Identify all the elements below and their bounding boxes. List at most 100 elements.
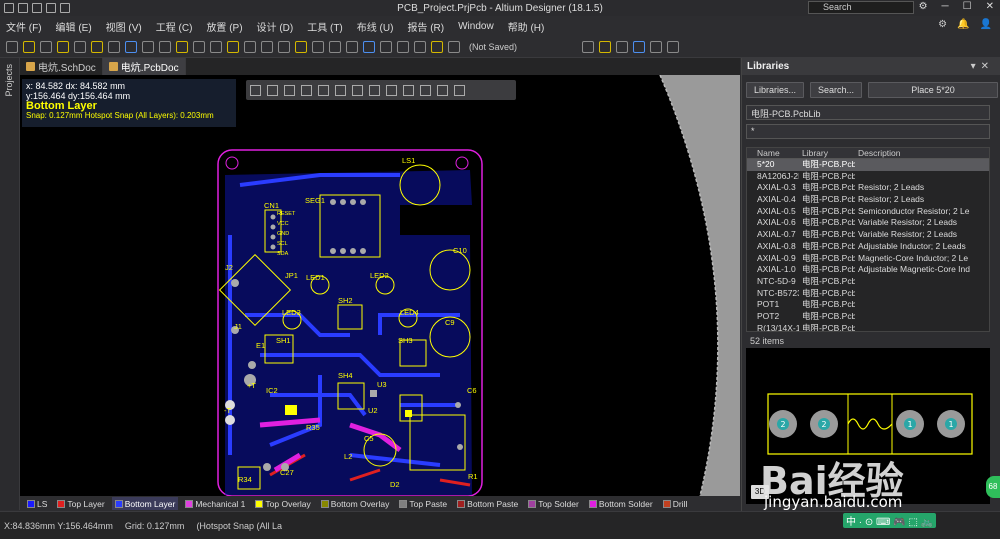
user-icon[interactable]: 👤 xyxy=(980,19,992,30)
layer-tab[interactable]: Top Layer xyxy=(54,497,107,510)
diff-pair-icon[interactable] xyxy=(352,84,363,96)
panel-controls[interactable]: ▾✕ xyxy=(971,61,994,72)
tool-icon[interactable] xyxy=(125,40,137,53)
select-icon[interactable] xyxy=(284,84,295,96)
tool-icon[interactable] xyxy=(227,40,239,53)
tool-icon[interactable] xyxy=(599,40,612,53)
layer-tab[interactable]: Top Overlay xyxy=(252,497,313,510)
tab-schdoc[interactable]: 电炕.SchDoc xyxy=(20,58,103,75)
tool-icon[interactable] xyxy=(363,40,375,53)
tool-icon[interactable] xyxy=(448,40,460,53)
layer-tab[interactable]: LS xyxy=(24,497,50,510)
projects-label[interactable]: Projects xyxy=(4,64,14,97)
via-icon[interactable] xyxy=(369,84,380,96)
filter-input[interactable]: * xyxy=(746,124,990,139)
menu-item[interactable]: 布线 (U) xyxy=(357,19,394,34)
layer-tab[interactable]: Drill xyxy=(660,497,691,510)
gear-icon[interactable]: ⚙ xyxy=(938,19,947,30)
menu-item[interactable]: 工具 (T) xyxy=(307,19,343,34)
tab-pcbdoc[interactable]: 电炕.PcbDoc xyxy=(102,58,186,75)
projects-panel-strip[interactable]: Projects xyxy=(0,58,20,510)
tool-icon[interactable] xyxy=(159,40,171,53)
crosshair-icon[interactable] xyxy=(267,84,278,96)
layer-tab[interactable]: Bottom Paste xyxy=(454,497,521,510)
column-header[interactable]: Description xyxy=(855,148,989,158)
line-icon[interactable] xyxy=(454,84,465,96)
table-row[interactable]: AXIAL-0.4 电阻-PCB.PcbLResistor; 2 Leads xyxy=(747,194,989,206)
tool-icon[interactable] xyxy=(261,40,273,53)
fill-icon[interactable] xyxy=(318,84,329,96)
library-select[interactable]: 电阻-PCB.PcbLib xyxy=(746,105,990,120)
column-header[interactable]: Library xyxy=(799,148,855,158)
tool-icon[interactable] xyxy=(210,40,222,53)
filter-icon[interactable] xyxy=(250,84,261,96)
table-row[interactable]: 8A1206J-2P电阻-PCB.PcbL xyxy=(747,171,989,183)
maximize-button[interactable]: ☐ xyxy=(963,1,972,12)
layer-tab[interactable]: Bottom Solder xyxy=(586,497,656,510)
route-icon[interactable] xyxy=(335,84,346,96)
keepout-icon[interactable] xyxy=(386,84,397,96)
tool-icon[interactable] xyxy=(176,40,188,53)
search-input[interactable]: Search xyxy=(808,1,914,14)
tool-icon[interactable] xyxy=(23,40,35,53)
table-row[interactable]: POT2 电阻-PCB.PcbL xyxy=(747,311,989,323)
menu-item[interactable]: 设计 (D) xyxy=(257,19,294,34)
table-row[interactable]: AXIAL-1.0 电阻-PCB.PcbLAdjustable Magnetic-… xyxy=(747,264,989,276)
polygon-icon[interactable] xyxy=(403,84,414,96)
tool-icon[interactable] xyxy=(616,40,629,53)
table-row[interactable]: AXIAL-0.5 电阻-PCB.PcbLSemiconductor Resist… xyxy=(747,206,989,218)
tool-icon[interactable] xyxy=(633,40,646,53)
libraries-button[interactable]: Libraries... xyxy=(746,82,805,98)
tool-icon[interactable] xyxy=(278,40,290,53)
table-row[interactable]: AXIAL-0.6 电阻-PCB.PcbLVariable Resistor; 2… xyxy=(747,217,989,229)
close-button[interactable]: ✕ xyxy=(986,1,994,12)
menu-item[interactable]: 放置 (P) xyxy=(206,19,242,34)
table-row[interactable]: AXIAL-0.7 电阻-PCB.PcbLVariable Resistor; 2… xyxy=(747,229,989,241)
table-row[interactable]: AXIAL-0.3 电阻-PCB.PcbLResistor; 2 Leads xyxy=(747,182,989,194)
tool-icon[interactable] xyxy=(91,40,103,53)
tool-icon[interactable] xyxy=(414,40,426,53)
tool-icon[interactable] xyxy=(295,40,307,53)
place-button[interactable]: Place 5*20 xyxy=(868,82,999,98)
tool-icon[interactable] xyxy=(57,40,69,53)
tool-icon[interactable] xyxy=(329,40,341,53)
column-header[interactable]: Name xyxy=(747,148,799,158)
menu-item[interactable]: Window xyxy=(458,21,494,32)
menu-item[interactable]: 文件 (F) xyxy=(6,19,42,34)
text-icon[interactable] xyxy=(437,84,448,96)
notification-icon[interactable]: 🔔 xyxy=(957,19,969,30)
gear-icon[interactable]: ⚙ xyxy=(919,1,928,12)
table-row[interactable]: AXIAL-0.8 电阻-PCB.PcbLAdjustable Inductor;… xyxy=(747,241,989,253)
layer-tab[interactable]: Top Paste xyxy=(396,497,450,510)
tool-icon[interactable] xyxy=(193,40,205,53)
menu-item[interactable]: 工程 (C) xyxy=(156,19,193,34)
tool-icon[interactable] xyxy=(346,40,358,53)
search-button[interactable]: Search... xyxy=(810,82,863,98)
layer-tab[interactable]: Bottom Overlay xyxy=(318,497,393,510)
bar-chart-icon[interactable] xyxy=(301,84,312,96)
tool-icon[interactable] xyxy=(650,40,663,53)
tool-icon[interactable] xyxy=(397,40,409,53)
tool-icon[interactable] xyxy=(6,40,18,53)
table-row[interactable]: R(13/14X-10M电阻-PCB.PcbL xyxy=(747,323,989,331)
tool-icon[interactable] xyxy=(244,40,256,53)
tool-icon[interactable] xyxy=(582,40,595,53)
tool-icon[interactable] xyxy=(108,40,120,53)
table-row[interactable]: POT1 电阻-PCB.PcbL xyxy=(747,299,989,311)
tool-icon[interactable] xyxy=(40,40,52,53)
menu-item[interactable]: 视图 (V) xyxy=(106,19,142,34)
tool-icon[interactable] xyxy=(142,40,154,53)
table-row[interactable]: 5*20 电阻-PCB.PcbL xyxy=(747,159,989,171)
layer-tab[interactable]: Mechanical 1 xyxy=(182,497,248,510)
layer-tab[interactable]: Top Solder xyxy=(525,497,582,510)
table-row[interactable]: NTC-5D-9 电阻-PCB.PcbL xyxy=(747,276,989,288)
menu-item[interactable]: 报告 (R) xyxy=(407,19,444,34)
menu-item[interactable]: 帮助 (H) xyxy=(508,19,545,34)
ime-indicator[interactable]: 中 · ⊙ ⌨ 🎮 ⬚ 🚲 xyxy=(843,513,937,528)
minimize-button[interactable]: ─ xyxy=(942,1,949,12)
dimension-icon[interactable] xyxy=(420,84,431,96)
tool-icon[interactable] xyxy=(74,40,86,53)
menu-item[interactable]: 编辑 (E) xyxy=(56,19,92,34)
table-row[interactable]: AXIAL-0.9 电阻-PCB.PcbLMagnetic-Core Induct… xyxy=(747,253,989,265)
layer-tab[interactable]: Bottom Layer xyxy=(111,497,179,510)
